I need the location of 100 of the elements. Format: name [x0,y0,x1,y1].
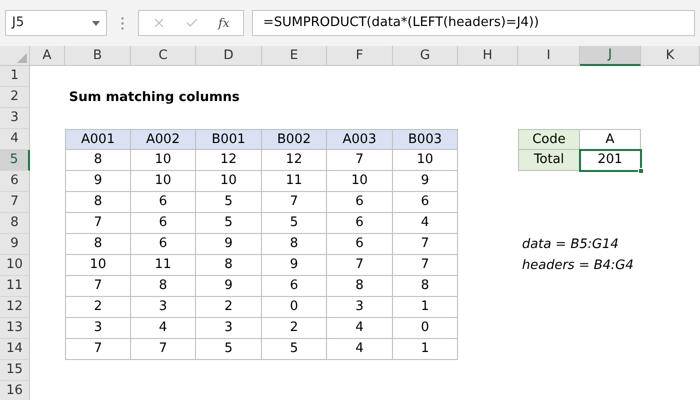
table-cell: 1 [393,339,458,360]
table-cell: 5 [262,213,327,234]
row-header[interactable]: 10 [0,255,30,276]
table-cell: 10 [196,171,262,192]
table-cell: 0 [262,297,327,318]
column-header[interactable]: H [458,46,518,66]
sheet-title: Sum matching columns [69,88,240,107]
table-cell: 12 [262,150,327,171]
column-header[interactable]: J [580,46,641,66]
table-cell: 5 [196,192,262,213]
table-cell: 8 [65,192,131,213]
formula-field[interactable]: =SUMPRODUCT(data*(LEFT(headers)=J4)) [252,10,695,36]
row-header[interactable]: 4 [0,129,30,150]
column-header[interactable]: G [393,46,458,66]
column-header[interactable]: D [196,46,262,66]
table-header-cell: B003 [393,129,458,150]
label-cell: Total [518,150,580,171]
table-cell: 7 [65,213,131,234]
table-cell: 8 [196,255,262,276]
table-cell: 6 [327,192,393,213]
table-cell: 7 [131,339,196,360]
table-cell: 6 [327,234,393,255]
table-cell: 9 [393,171,458,192]
note-text: headers = B4:G4 [522,256,634,275]
row-header[interactable]: 3 [0,108,30,129]
row-header[interactable]: 12 [0,297,30,318]
table-cell: 3 [65,318,131,339]
table-cell: 5 [196,213,262,234]
column-header[interactable]: B [65,46,131,66]
table-header-cell: B002 [262,129,327,150]
table-cell: 7 [393,234,458,255]
name-box[interactable]: J5 [5,10,107,36]
table-cell: 1 [393,297,458,318]
row-header[interactable]: 14 [0,339,30,360]
table-cell: 10 [131,150,196,171]
table-cell: 9 [196,276,262,297]
fill-handle[interactable] [638,168,644,174]
label-cell: Code [518,129,580,150]
table-cell: 9 [196,234,262,255]
row-header[interactable]: 7 [0,192,30,213]
table-cell: 7 [262,192,327,213]
row-header[interactable]: 15 [0,360,30,381]
table-cell: 6 [131,234,196,255]
insert-function-button[interactable]: fx [218,14,230,32]
table-cell: 7 [327,255,393,276]
column-header[interactable]: C [131,46,196,66]
row-header[interactable]: 11 [0,276,30,297]
table-cell: 6 [262,276,327,297]
table-cell: 6 [327,213,393,234]
table-cell: 8 [393,276,458,297]
dropdown-caret-icon [92,20,100,26]
row-header[interactable]: 13 [0,318,30,339]
column-header[interactable]: E [262,46,327,66]
table-cell: 8 [131,276,196,297]
table-cell: 12 [196,150,262,171]
table-cell: 4 [327,339,393,360]
table-header-cell: A002 [131,129,196,150]
select-all-icon[interactable] [17,53,27,63]
note-text: data = B5:G14 [522,236,619,254]
row-header[interactable]: 2 [0,87,30,108]
table-cell: 10 [65,255,131,276]
table-cell: 3 [196,318,262,339]
table-cell: 6 [131,192,196,213]
table-cell: 8 [65,150,131,171]
column-header[interactable]: A [30,46,65,66]
table-cell: 9 [65,171,131,192]
table-cell: 0 [393,318,458,339]
table-cell: 7 [65,339,131,360]
value-cell: 201 [580,150,641,171]
table-cell: 8 [65,234,131,255]
table-cell: 11 [262,171,327,192]
row-header[interactable]: 1 [0,66,30,87]
row-header[interactable]: 16 [0,381,30,400]
table-cell: 5 [262,339,327,360]
row-header[interactable]: 9 [0,234,30,255]
table-cell: 2 [65,297,131,318]
table-header-cell: A003 [327,129,393,150]
table-cell: 10 [327,171,393,192]
table-cell: 3 [327,297,393,318]
table-cell: 4 [393,213,458,234]
table-cell: 7 [65,276,131,297]
column-header[interactable]: I [518,46,580,66]
row-header[interactable]: 5 [0,150,30,171]
table-cell: 3 [131,297,196,318]
table-cell: 9 [262,255,327,276]
table-cell: 8 [262,234,327,255]
table-cell: 10 [131,171,196,192]
table-cell: 7 [327,150,393,171]
row-header[interactable]: 8 [0,213,30,234]
table-header-cell: B001 [196,129,262,150]
table-cell: 2 [262,318,327,339]
table-cell: 7 [393,255,458,276]
table-cell: 6 [393,192,458,213]
table-cell: 8 [327,276,393,297]
table-cell: 4 [131,318,196,339]
row-header[interactable]: 6 [0,171,30,192]
value-cell: A [580,129,641,150]
table-cell: 4 [327,318,393,339]
column-header[interactable]: F [327,46,393,66]
column-header[interactable]: K [641,46,700,66]
